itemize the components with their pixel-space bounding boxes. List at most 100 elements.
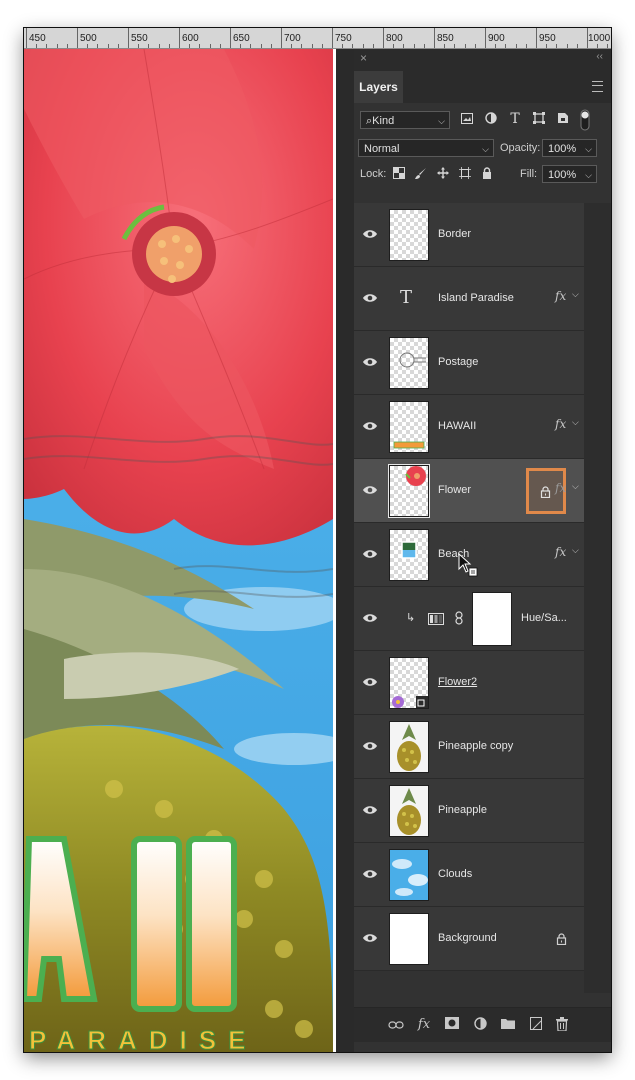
trash-icon[interactable] bbox=[554, 1017, 570, 1033]
ruler-tick bbox=[250, 44, 251, 48]
chevron-down-icon[interactable]: ⌵ bbox=[572, 417, 579, 428]
layer-name[interactable]: Hue/Sa... bbox=[521, 611, 567, 625]
layer-name[interactable]: Island Paradise bbox=[438, 291, 514, 305]
ruler-label: 1000 bbox=[588, 33, 611, 44]
filter-kind-select[interactable]: ⌕Kind ⌵ bbox=[360, 111, 450, 129]
ruler-tick bbox=[159, 44, 160, 48]
layer-name[interactable]: Flower bbox=[438, 483, 471, 497]
chevron-down-icon[interactable]: ⌵ bbox=[572, 481, 579, 492]
layer-row[interactable]: Pineapple bbox=[354, 779, 584, 843]
ruler-tick bbox=[363, 44, 364, 48]
layer-row-selected[interactable]: Flower fx ⌵ bbox=[354, 459, 584, 523]
layer-thumbnail bbox=[389, 657, 429, 709]
panel-menu-icon[interactable] bbox=[592, 81, 603, 92]
layer-thumbnail bbox=[389, 209, 429, 261]
layer-row[interactable]: Border bbox=[354, 203, 584, 267]
layer-row[interactable]: Flower2 bbox=[354, 651, 584, 715]
layer-name[interactable]: Pineapple copy bbox=[438, 739, 513, 753]
visibility-eye-icon[interactable] bbox=[363, 739, 377, 753]
layer-name[interactable]: Background bbox=[438, 931, 497, 945]
ruler-tick bbox=[475, 44, 476, 48]
layer-name[interactable]: Clouds bbox=[438, 867, 472, 881]
blend-mode-select[interactable]: Normal ⌵ bbox=[358, 139, 494, 157]
ruler-tick bbox=[77, 28, 78, 48]
chevron-down-icon[interactable]: ⌵ bbox=[572, 545, 579, 556]
lock-all-icon[interactable] bbox=[478, 167, 496, 183]
ruler-tick bbox=[505, 44, 506, 48]
layer-name[interactable]: Flower2 bbox=[438, 675, 477, 689]
chevron-down-icon[interactable]: ⌵ bbox=[572, 289, 579, 300]
visibility-eye-icon[interactable] bbox=[363, 291, 377, 305]
layer-name[interactable]: Pineapple bbox=[438, 803, 487, 817]
visibility-eye-icon[interactable] bbox=[363, 611, 377, 625]
visibility-eye-icon[interactable] bbox=[363, 355, 377, 369]
layer-row[interactable]: T Island Paradise fx ⌵ bbox=[354, 267, 584, 331]
fill-value: 100% bbox=[548, 169, 577, 181]
filter-toggle-icon[interactable] bbox=[576, 109, 594, 131]
fx-icon: fx bbox=[555, 545, 567, 559]
mouse-cursor-icon bbox=[458, 552, 478, 582]
visibility-eye-icon[interactable] bbox=[363, 483, 377, 497]
lock-label: Lock: bbox=[360, 168, 387, 180]
link-chain-icon[interactable] bbox=[455, 611, 463, 630]
ruler-tick bbox=[179, 28, 180, 48]
layer-row[interactable]: ↳ Hue/Sa... bbox=[354, 587, 584, 651]
adjustment-filter-icon[interactable] bbox=[482, 112, 500, 128]
layers-list[interactable]: Border T Island Paradise fx ⌵ Postage HA… bbox=[354, 203, 584, 993]
lock-transparent-pixels-icon[interactable] bbox=[390, 167, 408, 183]
ruler-label: 750 bbox=[335, 33, 352, 44]
add-layer-style-button[interactable]: fx bbox=[416, 1017, 432, 1033]
ruler-tick bbox=[567, 44, 568, 48]
link-layers-icon[interactable] bbox=[388, 1017, 404, 1033]
layer-thumbnail bbox=[389, 849, 429, 901]
hue-saturation-icon bbox=[428, 612, 444, 630]
ruler-label: 500 bbox=[80, 33, 97, 44]
layer-row[interactable]: Clouds bbox=[354, 843, 584, 907]
lock-artboard-icon[interactable] bbox=[456, 167, 474, 183]
add-mask-icon[interactable] bbox=[444, 1017, 460, 1033]
chevron-down-icon: ⌵ bbox=[438, 116, 445, 126]
smart-object-filter-icon[interactable] bbox=[554, 112, 572, 128]
layer-mask-thumbnail[interactable] bbox=[472, 592, 512, 646]
new-layer-icon[interactable] bbox=[528, 1017, 544, 1033]
ruler-tick bbox=[57, 44, 58, 48]
layer-name[interactable]: Postage bbox=[438, 355, 478, 369]
collapse-icon[interactable]: ‹‹ bbox=[596, 51, 603, 62]
lock-image-pixels-icon[interactable] bbox=[412, 167, 430, 183]
group-folder-icon[interactable] bbox=[500, 1017, 516, 1033]
ruler-tick bbox=[322, 44, 323, 48]
adjustment-layer-icon[interactable] bbox=[472, 1017, 488, 1033]
lock-position-icon[interactable] bbox=[434, 167, 452, 183]
visibility-eye-icon[interactable] bbox=[363, 803, 377, 817]
image-filter-icon[interactable] bbox=[458, 112, 476, 128]
layer-name[interactable]: HAWAII bbox=[438, 419, 476, 433]
layer-row[interactable]: Pineapple copy bbox=[354, 715, 584, 779]
close-icon[interactable]: × bbox=[360, 51, 367, 65]
visibility-eye-icon[interactable] bbox=[363, 547, 377, 561]
horizontal-ruler[interactable]: 450 500 550 600 650 700 750 800 850 900 … bbox=[24, 28, 611, 49]
ruler-tick bbox=[301, 44, 302, 48]
visibility-eye-icon[interactable] bbox=[363, 867, 377, 881]
ruler-tick bbox=[46, 44, 47, 48]
layer-row[interactable]: HAWAII fx ⌵ bbox=[354, 395, 584, 459]
visibility-eye-icon[interactable] bbox=[363, 931, 377, 945]
visibility-eye-icon[interactable] bbox=[363, 675, 377, 689]
fill-label: Fill: bbox=[520, 168, 538, 180]
shape-filter-icon[interactable] bbox=[530, 112, 548, 128]
layer-name[interactable]: Border bbox=[438, 227, 471, 241]
opacity-input[interactable]: 100% ⌵ bbox=[542, 139, 597, 157]
chevron-down-icon: ⌵ bbox=[585, 144, 592, 154]
type-filter-icon[interactable]: T bbox=[506, 111, 524, 127]
layer-row[interactable]: Postage bbox=[354, 331, 584, 395]
tab-layers[interactable]: Layers bbox=[354, 71, 403, 103]
fx-icon: fx bbox=[555, 289, 567, 303]
document-canvas[interactable]: PARADISE bbox=[24, 49, 333, 1052]
visibility-eye-icon[interactable] bbox=[363, 227, 377, 241]
layers-scrollbar[interactable] bbox=[584, 203, 611, 993]
fill-input[interactable]: 100% ⌵ bbox=[542, 165, 597, 183]
ruler-tick bbox=[607, 44, 608, 48]
ruler-tick bbox=[373, 44, 374, 48]
layer-row[interactable]: Background bbox=[354, 907, 584, 971]
chevron-down-icon: ⌵ bbox=[585, 170, 592, 180]
visibility-eye-icon[interactable] bbox=[363, 419, 377, 433]
